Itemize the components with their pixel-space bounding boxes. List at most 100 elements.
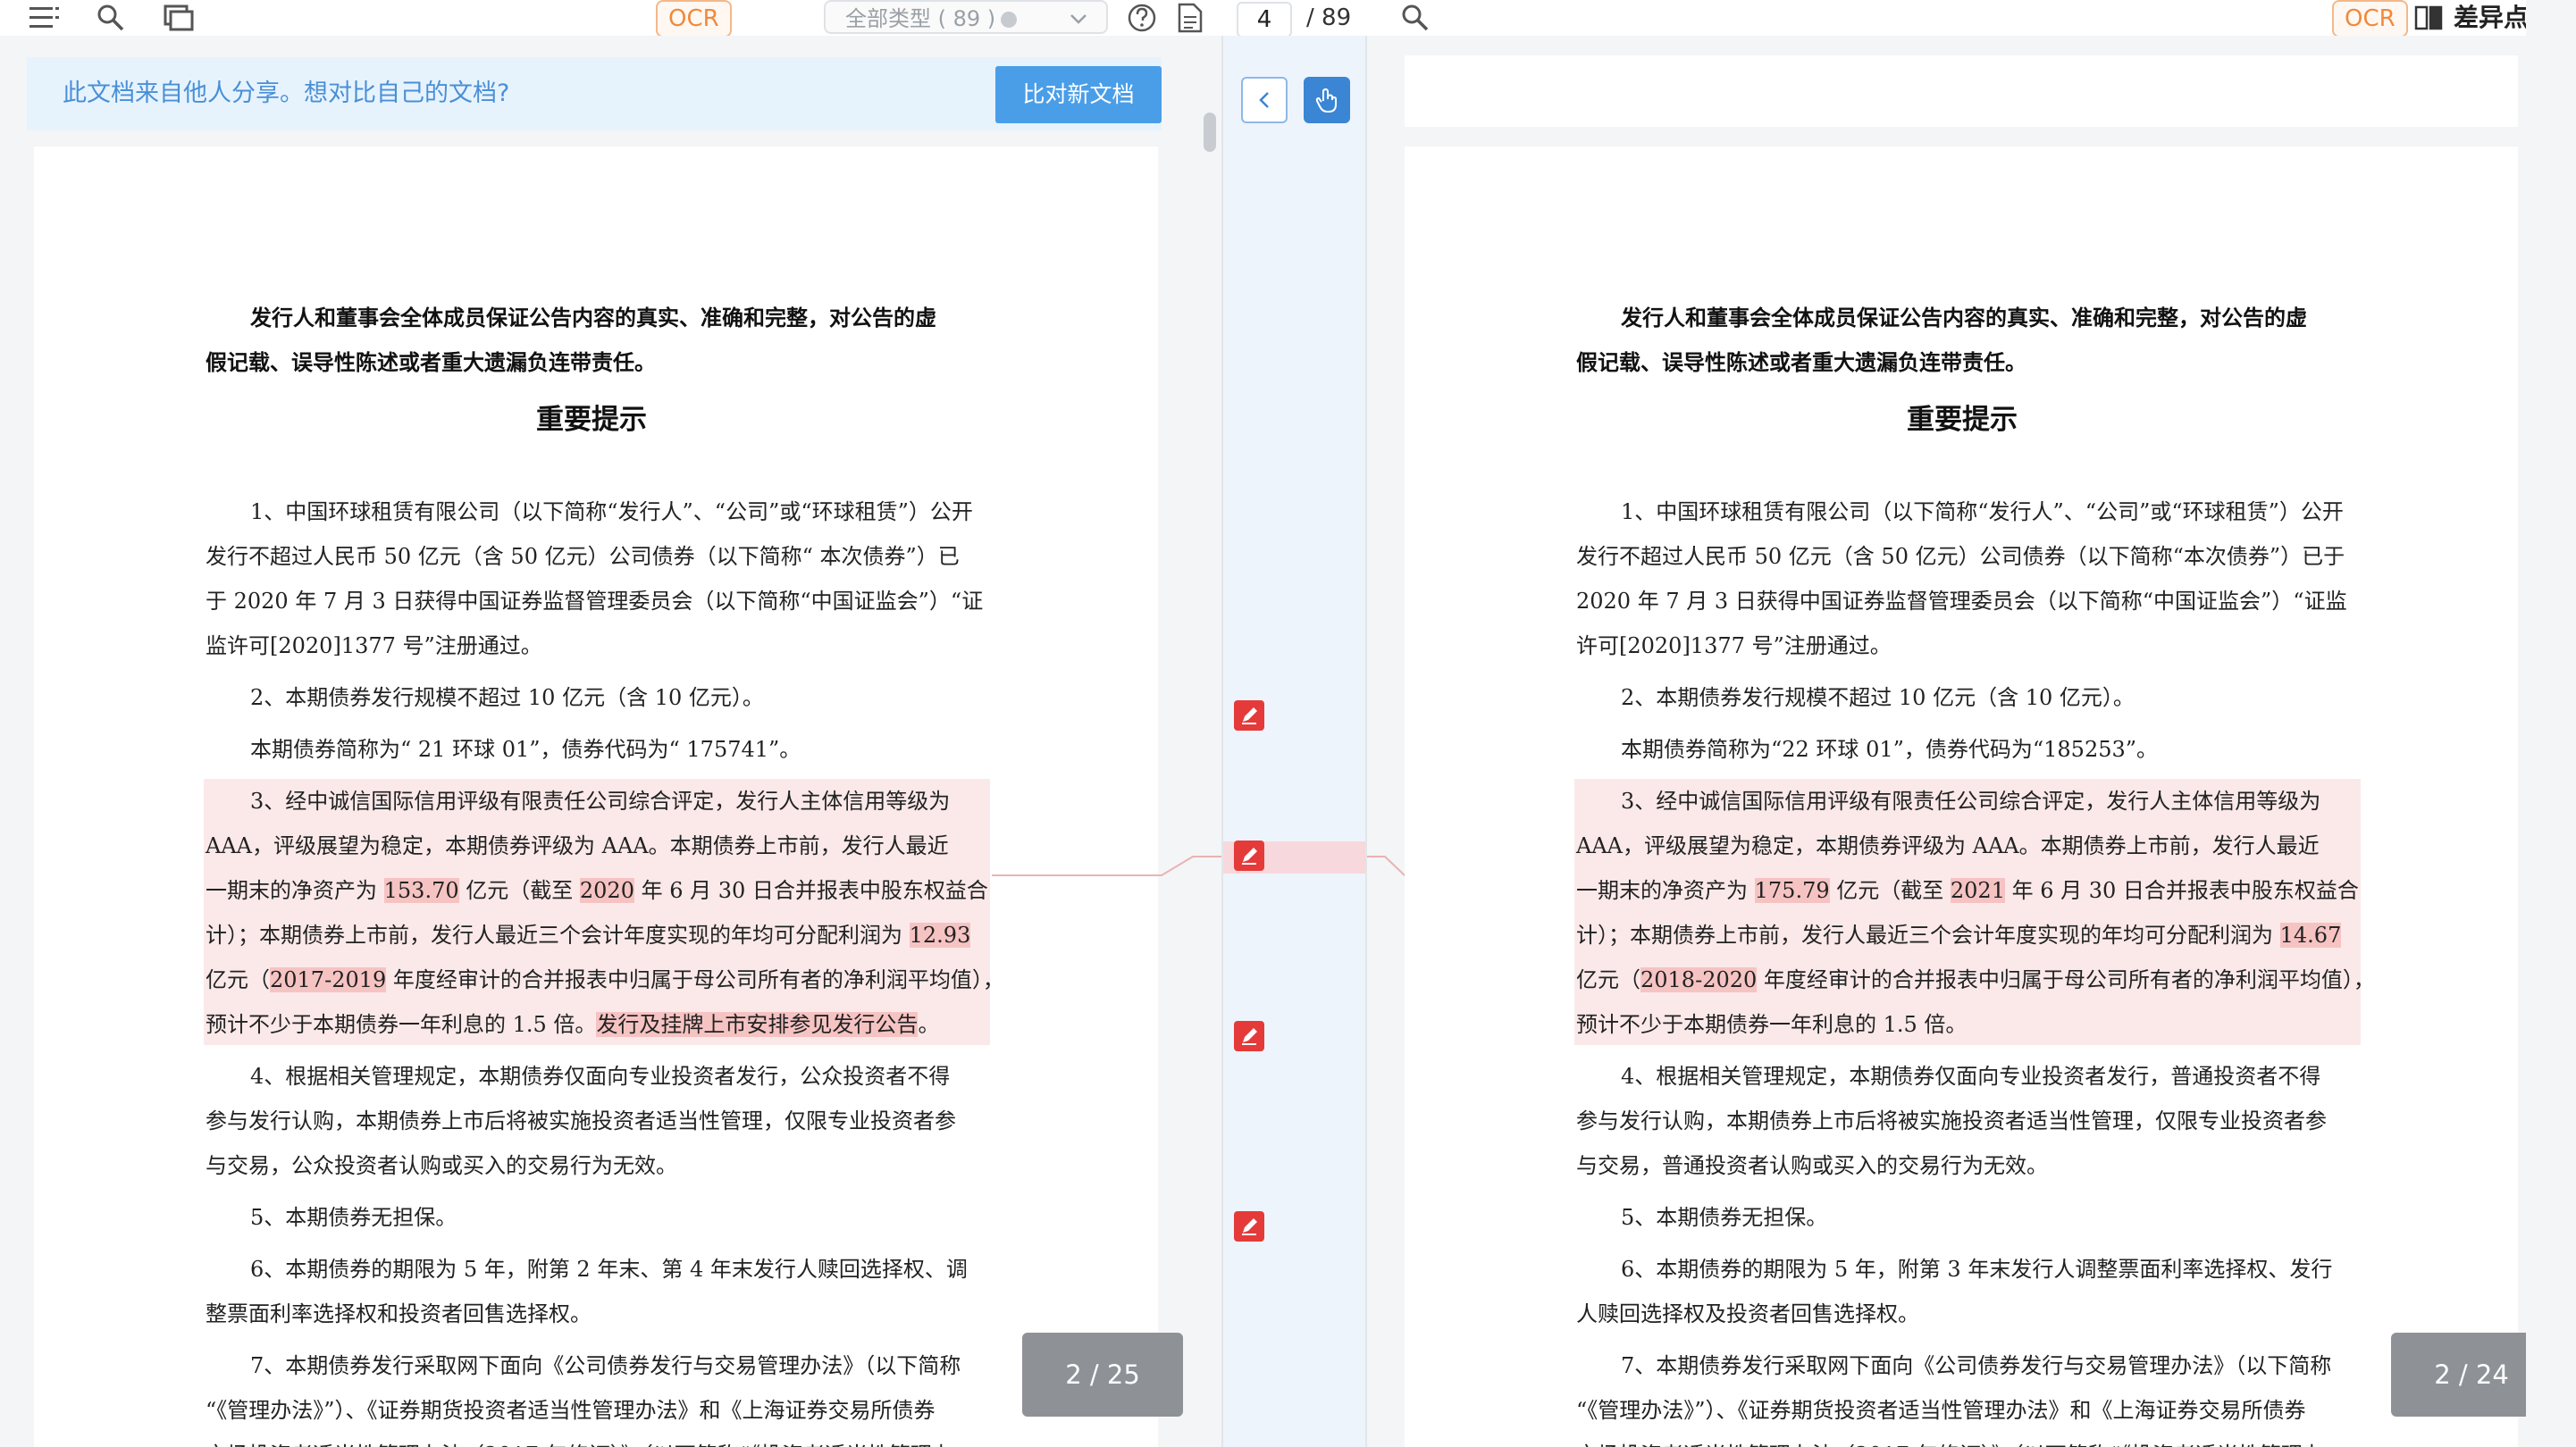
text-line: 与交易，普通投资者认购或买入的交易行为无效。 <box>1576 1153 2048 1178</box>
text-line: 参与发行认购，本期债券上市后将被实施投资者适当性管理，仅限专业投资者参 <box>1576 1108 2327 1133</box>
doc-title-line2: 假记载、误导性陈述或者重大遗漏负连带责任。 <box>206 349 656 375</box>
prev-diff-button[interactable] <box>1241 77 1288 123</box>
text-line: 监许可[2020]1377 号”注册通过。 <box>206 633 542 658</box>
text-line: AAA，评级展望为稳定，本期债券评级为 AAA。本期债券上市前，发行人最近 <box>206 833 949 858</box>
diff-navigator <box>1221 36 1367 1447</box>
hand-pointer-icon <box>1315 88 1337 113</box>
diff-mark[interactable]: 发行及挂牌上市安排参见发行公告 <box>596 1012 919 1037</box>
diff-mark[interactable]: 2021 <box>1950 878 2005 903</box>
ocr-button-left[interactable]: OCR <box>656 0 732 38</box>
text-segment: 亿元（截至 <box>458 878 580 903</box>
text-segment: 。 <box>918 1012 940 1037</box>
diff-mark[interactable]: 12.93 <box>909 923 971 948</box>
text-segment: 一期末的净资产为 <box>1576 878 1755 903</box>
text-line: 5、本期债券无担保。 <box>1621 1205 1828 1230</box>
left-document-page: 发行人和董事会全体成员保证公告内容的真实、准确和完整，对公告的虚 假记载、误导性… <box>34 146 1158 1447</box>
diff-mark[interactable]: 153.70 <box>383 878 459 903</box>
text-line: 许可[2020]1377 号”注册通过。 <box>1576 633 1892 658</box>
doc-title-line1: 发行人和董事会全体成员保证公告内容的真实、准确和完整，对公告的虚 <box>1621 305 2307 330</box>
app-frame: OCR 全部类型 ( 89 ) 4 / 89 OCR 差异点 此文档来自他人分享… <box>0 0 2576 1447</box>
text-segment: 亿元（ <box>1576 967 1640 992</box>
text-line: 发行不超过人民币 50 亿元（含 50 亿元）公司债券（以下简称“本次债券”）已… <box>1576 544 2345 569</box>
text-line: 与交易，公众投资者认购或买入的交易行为无效。 <box>206 1153 677 1178</box>
edit-icon <box>1242 1028 1257 1045</box>
text-line: 参与发行认购，本期债券上市后将被实施投资者适当性管理，仅限专业投资者参 <box>206 1108 956 1133</box>
diff-mark[interactable]: 2017-2019 <box>270 967 387 992</box>
right-page-indicator: 2 / 24 <box>2391 1333 2526 1417</box>
doc-title-line2: 假记载、误导性陈述或者重大遗漏负连带责任。 <box>1576 349 2026 375</box>
text-line: 2、本期债券发行规模不超过 10 亿元（含 10 亿元）。 <box>1621 685 2135 710</box>
window-icon[interactable] <box>161 0 197 36</box>
menu-icon[interactable] <box>27 0 63 36</box>
text-line: 于 2020 年 7 月 3 日获得中国证券监督管理委员会（以下简称“中国证监会… <box>206 589 984 614</box>
diff-marker-4[interactable] <box>1234 1211 1264 1242</box>
page-number-input[interactable]: 4 <box>1237 2 1292 38</box>
doc-heading: 重要提示 <box>536 404 647 436</box>
right-document-page: 发行人和董事会全体成员保证公告内容的真实、准确和完整，对公告的虚 假记载、误导性… <box>1405 146 2518 1447</box>
left-scrollbar[interactable] <box>1204 113 1216 152</box>
text-line: 5、本期债券无担保。 <box>250 1205 457 1230</box>
next-diff-button[interactable] <box>1304 77 1350 123</box>
diff-mark[interactable]: 2018-2020 <box>1640 967 1758 992</box>
text-segment: 亿元（ <box>206 967 270 992</box>
text-segment: 计）；本期债券上市前，发行人最近三个会计年度实现的年均可分配利润为 <box>206 923 910 948</box>
diff-mark[interactable]: 2020 <box>579 878 634 903</box>
text-line: “《管理办法》”）、《证券期货投资者适当性管理办法》和《上海证券交易所债券 <box>206 1398 936 1423</box>
text-line: 本期债券简称为“22 环球 01”，债券代码为“185253”。 <box>1621 737 2159 762</box>
text-segment: 年度经审计的合并报表中归属于母公司所有者的净利润平均值）， <box>1757 967 2375 992</box>
document-icon[interactable] <box>1172 0 1208 36</box>
right-scroll-gutter <box>2526 0 2576 1447</box>
text-line: 7、本期债券发行采取网下面向《公司债券发行与交易管理办法》（以下简称 <box>250 1353 961 1378</box>
text-line: 3、经中诚信国际信用评级有限责任公司综合评定，发行人主体信用等级为 <box>1621 789 2321 814</box>
edit-icon <box>1242 1218 1257 1235</box>
diff-marker-3[interactable] <box>1234 1021 1264 1051</box>
text-segment: 亿元（截至 <box>1829 878 1951 903</box>
text-segment: 年 6 月 30 日合并报表中股东权益合 <box>634 878 988 903</box>
diff-marker-2[interactable] <box>1234 841 1264 871</box>
text-line: 2、本期债券发行规模不超过 10 亿元（含 10 亿元）。 <box>250 685 764 710</box>
text-line: 7、本期债券发行采取网下面向《公司债券发行与交易管理办法》（以下简称 <box>1621 1353 2332 1378</box>
doc-title-line1: 发行人和董事会全体成员保证公告内容的真实、准确和完整，对公告的虚 <box>250 305 936 330</box>
text-line: 4、根据相关管理规定，本期债券仅面向专业投资者发行，公众投资者不得 <box>250 1064 951 1089</box>
type-filter-select[interactable]: 全部类型 ( 89 ) <box>824 0 1108 34</box>
text-line: 亿元（2017-2019 年度经审计的合并报表中归属于母公司所有者的净利润平均值… <box>206 958 1004 1002</box>
text-line: 预计不少于本期债券一年利息的 1.5 倍。发行及挂牌上市安排参见发行公告。 <box>206 1002 939 1047</box>
text-line: 人赎回选择权及投资者回售选择权。 <box>1576 1301 1919 1326</box>
chevron-left-icon <box>1259 92 1269 108</box>
type-filter-label: 全部类型 ( 89 ) <box>845 6 996 31</box>
diff-connector-left <box>992 856 1221 876</box>
text-line: 本期债券简称为“ 21 环球 01”，债券代码为“ 175741”。 <box>250 737 801 762</box>
text-line: 发行不超过人民币 50 亿元（含 50 亿元）公司债券（以下简称“ 本次债券”）… <box>206 544 960 569</box>
diff-points-label[interactable]: 差异点 <box>2454 0 2529 36</box>
text-segment: 计）；本期债券上市前，发行人最近三个会计年度实现的年均可分配利润为 <box>1576 923 2280 948</box>
diff-marker-1[interactable] <box>1234 700 1264 731</box>
text-line: 1、中国环球租赁有限公司（以下简称“发行人”、“公司”或“环球租赁”）公开 <box>1621 499 2344 524</box>
text-line: 计）；本期债券上市前，发行人最近三个会计年度实现的年均可分配利润为 12.93 <box>206 913 971 958</box>
search-icon[interactable] <box>93 0 129 36</box>
text-line: “《管理办法》”）、《证券期货投资者适当性管理办法》和《上海证券交易所债券 <box>1576 1398 2306 1423</box>
text-line: 市场投资者适当性管理办法（2017 年修订）》（以下简称“《投资者适当性管理办 <box>1576 1433 2324 1447</box>
text-line: 4、根据相关管理规定，本期债券仅面向专业投资者发行，普通投资者不得 <box>1621 1064 2321 1089</box>
share-banner-text: 此文档来自他人分享。想对比自己的文档? <box>63 79 510 107</box>
diff-mark[interactable]: 175.79 <box>1754 878 1830 903</box>
toolbar: OCR 全部类型 ( 89 ) 4 / 89 OCR 差异点 <box>0 0 2576 38</box>
edit-icon <box>1242 848 1257 865</box>
text-line: 亿元（2018-2020 年度经审计的合并报表中归属于母公司所有者的净利润平均值… <box>1576 958 2375 1002</box>
text-segment: 一期末的净资产为 <box>206 878 384 903</box>
diff-mark[interactable]: 14.67 <box>2279 923 2342 948</box>
clear-icon[interactable] <box>1001 12 1018 28</box>
text-line: 市场投资者适当性管理办法（2017 年修订）》（以下简称“《投资者适当性管理办 <box>206 1433 953 1447</box>
text-segment: 年度经审计的合并报表中归属于母公司所有者的净利润平均值）， <box>386 967 1004 992</box>
doc-heading: 重要提示 <box>1907 404 2018 436</box>
text-line: 2020 年 7 月 3 日获得中国证券监督管理委员会（以下简称“中国证监会”）… <box>1576 589 2347 614</box>
split-view-icon[interactable] <box>2411 0 2446 36</box>
text-segment: 年 6 月 30 日合并报表中股东权益合 <box>2004 878 2359 903</box>
page-total: / 89 <box>1306 4 1352 31</box>
help-icon[interactable] <box>1124 0 1160 36</box>
right-pane: 发行人和董事会全体成员保证公告内容的真实、准确和完整，对公告的虚 假记载、误导性… <box>1367 36 2526 1447</box>
ocr-button-right[interactable]: OCR <box>2332 0 2408 38</box>
search-icon-right[interactable] <box>1397 0 1433 36</box>
text-line: 1、中国环球租赁有限公司（以下简称“发行人”、“公司”或“环球租赁”）公开 <box>250 499 973 524</box>
text-line: 预计不少于本期债券一年利息的 1.5 倍。 <box>1576 1012 1968 1037</box>
text-segment: 预计不少于本期债券一年利息的 1.5 倍。 <box>206 1012 597 1037</box>
